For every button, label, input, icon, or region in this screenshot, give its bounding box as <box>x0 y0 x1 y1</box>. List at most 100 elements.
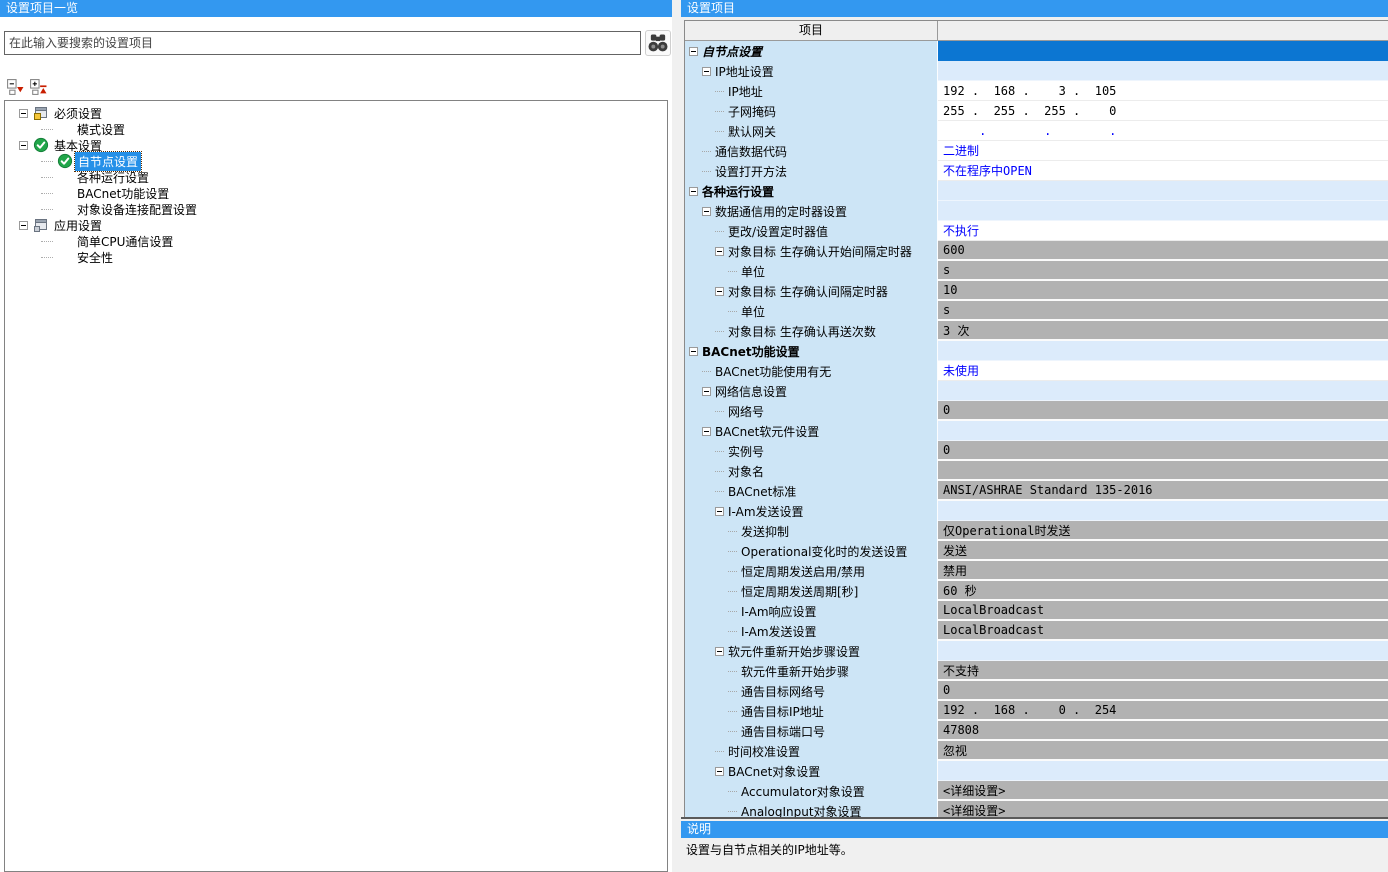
row-tree-line <box>728 571 737 572</box>
setting-label: IP地址设置 <box>715 63 774 80</box>
setting-item-cell[interactable]: 发送抑制 <box>685 521 938 541</box>
setting-item-cell[interactable]: 数据通信用的定时器设置 <box>685 201 938 221</box>
setting-item-cell[interactable]: 对象名 <box>685 461 938 481</box>
search-input[interactable] <box>4 31 641 55</box>
setting-item-cell[interactable]: BACnet功能使用有无 <box>685 361 938 381</box>
setting-item-cell[interactable]: 通告目标端口号 <box>685 721 938 741</box>
description-text: 设置与自节点相关的IP地址等。 <box>681 838 1388 872</box>
setting-row: 软元件重新开始步骤不支持 <box>685 661 1388 681</box>
row-tree-line <box>715 331 724 332</box>
collapse-tree-icon <box>6 84 24 99</box>
setting-item-cell[interactable]: 对象目标 生存确认再送次数 <box>685 321 938 341</box>
search-button[interactable] <box>645 30 671 56</box>
setting-row: AnalogInput对象设置 <详细设置> <box>685 801 1388 817</box>
setting-item-cell[interactable]: BACnet对象设置 <box>685 761 938 781</box>
setting-item-cell[interactable]: 恒定周期发送周期[秒] <box>685 581 938 601</box>
tree-item[interactable]: 安全性 <box>5 249 667 265</box>
setting-label: AnalogInput对象设置 <box>741 803 862 818</box>
row-expander-icon[interactable] <box>702 207 711 216</box>
setting-value-cell[interactable]: . . . <box>938 121 1388 141</box>
row-expander-icon[interactable] <box>702 387 711 396</box>
setting-item-cell[interactable]: IP地址设置 <box>685 61 938 81</box>
setting-row: I-Am响应设置LocalBroadcast <box>685 601 1388 621</box>
setting-row: 子网掩码255 . 255 . 255 . 0 <box>685 101 1388 121</box>
setting-value-cell: 10 <box>938 281 1388 301</box>
row-expander-icon[interactable] <box>689 187 698 196</box>
setting-item-cell[interactable]: 通信数据代码 <box>685 141 938 161</box>
setting-item-cell[interactable]: I-Am响应设置 <box>685 601 938 621</box>
setting-item-cell[interactable]: 子网掩码 <box>685 101 938 121</box>
setting-item-cell[interactable]: 通告目标IP地址 <box>685 701 938 721</box>
setting-item-cell[interactable]: 恒定周期发送启用/禁用 <box>685 561 938 581</box>
row-tree-line <box>715 111 724 112</box>
setting-item-cell[interactable]: BACnet功能设置 <box>685 341 938 361</box>
row-expander-icon[interactable] <box>715 507 724 516</box>
setting-item-cell[interactable]: 通告目标网络号 <box>685 681 938 701</box>
row-expander-icon[interactable] <box>715 647 724 656</box>
setting-item-cell[interactable]: IP地址 <box>685 81 938 101</box>
setting-label: 对象目标 生存确认间隔定时器 <box>728 283 888 300</box>
setting-item-cell[interactable]: 实例号 <box>685 441 938 461</box>
setting-value-cell[interactable]: 不在程序中OPEN <box>938 161 1388 181</box>
item-column-header: 项目 <box>685 21 938 40</box>
setting-item-cell[interactable]: 设置打开方法 <box>685 161 938 181</box>
row-expander-icon[interactable] <box>715 767 724 776</box>
setting-item-cell[interactable]: 各种运行设置 <box>685 181 938 201</box>
row-expander-icon[interactable] <box>702 427 711 436</box>
setting-row: I-Am发送设置LocalBroadcast <box>685 621 1388 641</box>
row-tree-line <box>715 131 724 132</box>
collapse-all-button[interactable] <box>5 77 23 95</box>
row-expander-icon[interactable] <box>702 67 711 76</box>
setting-row: 通信数据代码二进制 <box>685 141 1388 161</box>
setting-value-cell[interactable]: 未使用 <box>938 361 1388 381</box>
setting-value-cell: 192 . 168 . 0 . 254 <box>938 701 1388 721</box>
setting-item-cell[interactable]: Accumulator对象设置 <box>685 781 938 801</box>
row-expander-icon[interactable] <box>689 347 698 356</box>
setting-item-cell[interactable]: BACnet标准 <box>685 481 938 501</box>
module-icon <box>33 217 49 233</box>
tree-expander-icon[interactable] <box>19 141 28 150</box>
setting-value-cell[interactable]: 二进制 <box>938 141 1388 161</box>
settings-item-list-panel: 设置项目一览 必须设置模式设置基本设置自节点设置各种运行设置BACnet功能设置… <box>0 0 672 872</box>
setting-item-cell[interactable]: 时间校准设置 <box>685 741 938 761</box>
row-expander-icon[interactable] <box>715 247 724 256</box>
row-expander-icon[interactable] <box>689 47 698 56</box>
expand-all-button[interactable] <box>28 77 46 95</box>
setting-item-cell[interactable]: 单位 <box>685 301 938 321</box>
setting-item-cell[interactable]: Operational变化时的发送设置 <box>685 541 938 561</box>
row-expander-icon[interactable] <box>715 287 724 296</box>
row-tree-line <box>728 591 737 592</box>
panel-splitter[interactable] <box>672 0 681 872</box>
setting-value-cell[interactable]: 255 . 255 . 255 . 0 <box>938 101 1388 121</box>
setting-item-cell[interactable]: 网络号 <box>685 401 938 421</box>
tree-expander-icon[interactable] <box>19 109 28 118</box>
setting-item-cell[interactable]: 对象目标 生存确认开始间隔定时器 <box>685 241 938 261</box>
setting-label: 网络信息设置 <box>715 383 787 400</box>
setting-value-cell: 60 秒 <box>938 581 1388 601</box>
setting-item-cell[interactable]: 对象目标 生存确认间隔定时器 <box>685 281 938 301</box>
setting-item-cell[interactable]: 默认网关 <box>685 121 938 141</box>
setting-item-cell[interactable]: 自节点设置 <box>685 41 938 61</box>
setting-item-cell[interactable]: 软元件重新开始步骤 <box>685 661 938 681</box>
setting-item-cell[interactable]: 更改/设置定时器值 <box>685 221 938 241</box>
setting-value-cell[interactable]: 192 . 168 . 3 . 105 <box>938 81 1388 101</box>
row-tree-line <box>728 671 737 672</box>
setting-value-cell <box>938 341 1388 361</box>
settings-window: 设置项目一览 必须设置模式设置基本设置自节点设置各种运行设置BACnet功能设置… <box>0 0 1388 872</box>
setting-item-cell[interactable]: 软元件重新开始步骤设置 <box>685 641 938 661</box>
setting-value-cell[interactable] <box>938 41 1388 61</box>
setting-value-cell[interactable]: 不执行 <box>938 221 1388 241</box>
setting-item-cell[interactable]: 单位 <box>685 261 938 281</box>
setting-label: 默认网关 <box>728 123 776 140</box>
tree-item-label[interactable]: 安全性 <box>74 248 116 267</box>
setting-item-cell[interactable]: I-Am发送设置 <box>685 501 938 521</box>
setting-item-cell[interactable]: AnalogInput对象设置 <box>685 801 938 817</box>
setting-label: 通告目标网络号 <box>741 683 825 700</box>
setting-item-cell[interactable]: BACnet软元件设置 <box>685 421 938 441</box>
setting-item-cell[interactable]: 网络信息设置 <box>685 381 938 401</box>
check-icon <box>57 153 73 169</box>
setting-item-cell[interactable]: I-Am发送设置 <box>685 621 938 641</box>
tree-expander-icon[interactable] <box>19 221 28 230</box>
setting-value-cell: <详细设置> <box>938 801 1388 817</box>
setting-label: 更改/设置定时器值 <box>728 223 828 240</box>
